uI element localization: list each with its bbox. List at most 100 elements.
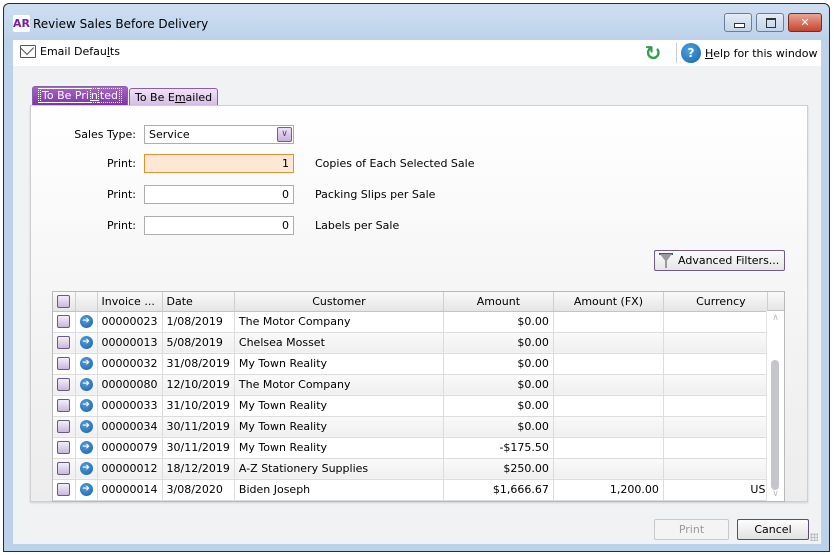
column-header-amount[interactable]: Amount [443, 292, 554, 312]
packing-slips-input[interactable]: 0 [144, 185, 294, 204]
dialog-body: Email Defaults ↻ ? Help for this window … [13, 40, 821, 544]
tab-panel: Sales Type: Service ∨ Print: 1 Copies of… [30, 105, 808, 502]
cell-amount: $250.00 [443, 458, 554, 480]
table-row[interactable]: ➔ 00000023 1/08/2019 The Motor Company $0.00 [53, 311, 779, 333]
email-defaults-button[interactable]: Email Defaults [20, 45, 120, 58]
arrow-right-circle-icon: ➔ [79, 357, 93, 371]
checkbox-icon [57, 441, 71, 455]
app-logo-icon: AR [13, 15, 30, 32]
open-detail-button[interactable]: ➔ [75, 458, 98, 480]
scroll-down-icon[interactable]: ∨ [767, 487, 784, 501]
cell-amount: $0.00 [443, 395, 554, 417]
table-row[interactable]: ➔ 00000080 12/10/2019 The Motor Company $0.0… [53, 374, 779, 396]
resize-grip[interactable] [810, 533, 818, 541]
open-detail-button[interactable]: ➔ [75, 332, 98, 354]
cell-amount-fx [553, 395, 664, 417]
cell-date: 3/08/2020 [162, 479, 235, 501]
open-detail-button[interactable]: ➔ [75, 395, 98, 417]
labels-input[interactable]: 0 [144, 216, 294, 235]
sales-type-select[interactable]: Service ∨ [144, 125, 294, 144]
print-button[interactable]: Print [654, 519, 729, 540]
help-button[interactable]: ? Help for this window [681, 43, 818, 63]
title-bar[interactable]: AR Review Sales Before Delivery ✕ [4, 4, 829, 40]
row-checkbox[interactable] [53, 332, 76, 354]
row-checkbox[interactable] [53, 395, 76, 417]
table-row[interactable]: ➔ 00000012 18/12/2019 A-Z Stationery Suppli… [53, 458, 779, 480]
tab-to-be-emailed[interactable]: To Be Emailed [128, 88, 219, 105]
empty-cell [75, 500, 97, 521]
window-title: Review Sales Before Delivery [33, 17, 209, 31]
empty-cell [162, 500, 234, 521]
row-checkbox[interactable] [53, 311, 76, 333]
copies-input[interactable]: 1 [144, 154, 294, 173]
table-row[interactable]: ➔ 00000034 30/11/2019 My Town Reality $0.00 [53, 416, 779, 438]
column-header-date[interactable]: Date [162, 292, 235, 312]
advanced-filters-button[interactable]: Advanced Filters... [654, 250, 785, 271]
cell-invoice: 00000033 [97, 395, 163, 417]
cell-customer: The Motor Company [234, 311, 444, 333]
column-header-customer[interactable]: Customer [234, 292, 444, 312]
checkbox-icon [57, 378, 71, 392]
open-detail-button[interactable]: ➔ [75, 311, 98, 333]
copies-description: Copies of Each Selected Sale [315, 157, 475, 170]
cell-currency [663, 458, 779, 480]
cell-currency [663, 332, 779, 354]
arrow-right-circle-icon: ➔ [79, 420, 93, 434]
cell-customer: My Town Reality [234, 353, 444, 375]
checkbox-icon [57, 357, 71, 371]
scroll-thumb[interactable] [771, 360, 779, 490]
column-header-invoice[interactable]: Invoice ... [97, 292, 163, 312]
table-row[interactable]: ➔ 00000032 31/08/2019 My Town Reality $0.00 [53, 353, 779, 375]
vertical-scrollbar[interactable]: ∧ ∨ [766, 311, 784, 501]
table-row[interactable]: ➔ 00000013 5/08/2019 Chelsea Mosset $0.00 [53, 332, 779, 354]
open-detail-button[interactable]: ➔ [75, 353, 98, 375]
arrow-right-circle-icon: ➔ [79, 315, 93, 329]
cancel-button[interactable]: Cancel [737, 519, 809, 540]
cell-invoice: 00000079 [97, 437, 163, 459]
cell-currency [663, 353, 779, 375]
row-checkbox[interactable] [53, 374, 76, 396]
minimize-button[interactable] [724, 13, 752, 32]
cell-customer: A-Z Stationery Supplies [234, 458, 444, 480]
chevron-down-icon[interactable]: ∨ [277, 127, 292, 142]
empty-cell [97, 500, 162, 521]
toolbar-divider [676, 43, 677, 63]
row-checkbox[interactable] [53, 479, 76, 501]
row-checkbox[interactable] [53, 458, 76, 480]
cell-invoice: 00000034 [97, 416, 163, 438]
cell-date: 5/08/2019 [162, 332, 235, 354]
cell-amount-fx [553, 332, 664, 354]
checkbox-icon [57, 336, 71, 350]
close-button[interactable]: ✕ [788, 13, 822, 32]
cell-currency [663, 416, 779, 438]
tab-to-be-printed[interactable]: To Be Pri n ted [32, 86, 128, 105]
table-row[interactable]: ➔ 00000014 3/08/2020 Biden Joseph $1,666.67 1… [53, 479, 779, 501]
refresh-icon[interactable]: ↻ [642, 42, 664, 64]
arrow-right-circle-icon: ➔ [79, 462, 93, 476]
cell-amount: $0.00 [443, 332, 554, 354]
empty-cell [663, 500, 778, 521]
envelope-icon [20, 45, 36, 58]
open-detail-button[interactable]: ➔ [75, 437, 98, 459]
sales-grid: Invoice ... Date Customer Amount Amount … [52, 291, 785, 502]
checkbox-icon [57, 420, 71, 434]
column-header-amount-fx[interactable]: Amount (FX) [553, 292, 664, 312]
open-detail-button[interactable]: ➔ [75, 416, 98, 438]
open-detail-button[interactable]: ➔ [75, 479, 98, 501]
column-header-currency[interactable]: Currency [663, 292, 779, 312]
cell-customer: Biden Joseph [234, 479, 444, 501]
table-row[interactable]: ➔ 00000079 30/11/2019 My Town Reality -$175.… [53, 437, 779, 459]
row-checkbox[interactable] [53, 416, 76, 438]
scroll-up-icon[interactable]: ∧ [767, 311, 784, 325]
row-checkbox[interactable] [53, 437, 76, 459]
cell-amount: $0.00 [443, 311, 554, 333]
table-row[interactable]: ➔ 00000033 31/10/2019 My Town Reality $0.00 [53, 395, 779, 417]
open-detail-button[interactable]: ➔ [75, 374, 98, 396]
help-label: Help for this window [705, 46, 818, 60]
grid-body: ➔ 00000023 1/08/2019 The Motor Company $0.00… [53, 311, 779, 521]
row-checkbox[interactable] [53, 353, 76, 375]
cell-currency [663, 311, 779, 333]
select-all-checkbox[interactable] [53, 292, 76, 312]
cell-invoice: 00000014 [97, 479, 163, 501]
maximize-button[interactable] [756, 13, 784, 32]
